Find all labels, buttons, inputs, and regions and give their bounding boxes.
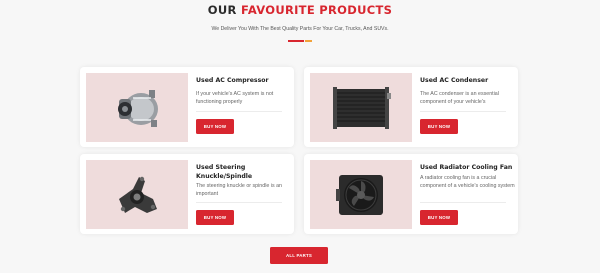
ac-compressor-image: [118, 89, 158, 127]
buy-now-button[interactable]: BUY NOW: [196, 119, 234, 134]
section-title: OUR FAVOURITE PRODUCTS: [0, 3, 600, 17]
buy-now-button[interactable]: BUY NOW: [420, 210, 458, 225]
title-underline: [288, 40, 312, 42]
product-description: The steering knuckle or spindle is an im…: [196, 183, 282, 197]
product-card: Used Steering Knuckle/Spindle The steeri…: [80, 154, 294, 234]
product-image[interactable]: [86, 160, 188, 229]
card-divider: [196, 202, 282, 203]
product-title[interactable]: Used Steering Knuckle/Spindle: [196, 164, 296, 181]
product-image[interactable]: [310, 160, 412, 229]
buy-now-button[interactable]: BUY NOW: [196, 210, 234, 225]
product-description: The AC condenser is an essential compone…: [420, 91, 499, 105]
product-title[interactable]: Used AC Compressor: [196, 77, 296, 86]
underline-primary: [288, 40, 304, 42]
product-image[interactable]: [310, 73, 412, 142]
all-parts-button[interactable]: ALL PARTS: [270, 247, 328, 264]
card-divider: [420, 202, 506, 203]
product-image[interactable]: [86, 73, 188, 142]
product-description: If your vehicle's AC system is not funct…: [196, 91, 274, 105]
product-title[interactable]: Used Radiator Cooling Fan: [420, 164, 520, 173]
product-card: Used AC Compressor If your vehicle's AC …: [80, 67, 294, 147]
product-card: Used AC Condenser The AC condenser is an…: [304, 67, 518, 147]
steering-knuckle-image: [119, 176, 157, 213]
card-divider: [196, 111, 282, 112]
ac-condenser-image: [333, 86, 391, 129]
buy-now-button[interactable]: BUY NOW: [420, 119, 458, 134]
section-title-prefix: OUR: [207, 3, 237, 17]
section-subtitle: We Deliver You With The Best Quality Par…: [211, 26, 389, 32]
product-title[interactable]: Used AC Condenser: [420, 77, 520, 86]
section-title-highlight: FAVOURITE PRODUCTS: [240, 3, 393, 17]
product-description: A radiator cooling fan is a crucial comp…: [420, 175, 515, 189]
product-card: Used Radiator Cooling Fan A radiator coo…: [304, 154, 518, 234]
radiator-fan-image: [336, 174, 383, 215]
card-divider: [420, 111, 506, 112]
underline-secondary: [305, 40, 312, 42]
